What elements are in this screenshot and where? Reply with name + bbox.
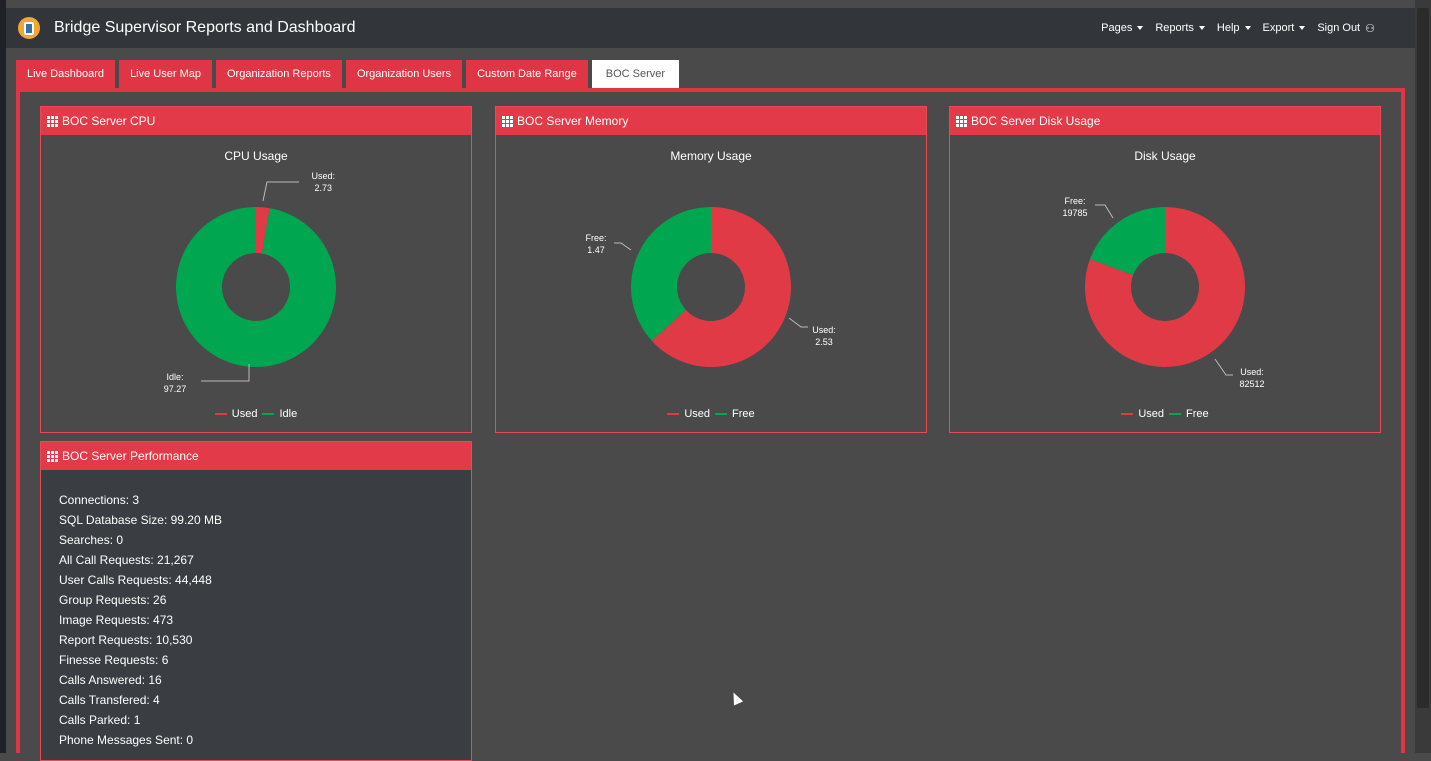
cpu-idle-label: Idle:	[166, 372, 183, 382]
cpu-used-value: 2.73	[314, 183, 332, 193]
memory-panel: BOC Server Memory Memory Usage Free: 1.4…	[495, 106, 927, 433]
memory-panel-title: BOC Server Memory	[517, 114, 629, 128]
memory-used-leader-line	[788, 317, 808, 328]
tab-custom-date-range[interactable]: Custom Date Range	[466, 60, 588, 88]
tab-live-user-map[interactable]: Live User Map	[119, 60, 212, 88]
legend-idle-swatch	[262, 413, 275, 415]
top-navbar: Bridge Supervisor Reports and Dashboard …	[6, 8, 1415, 48]
performance-stats-list: Connections: 3 SQL Database Size: 99.20 …	[41, 470, 471, 750]
tab-organization-reports[interactable]: Organization Reports	[215, 60, 342, 88]
memory-used-value: 2.53	[815, 337, 833, 347]
table-icon	[956, 115, 967, 127]
nav-export-menu[interactable]: Export	[1263, 22, 1306, 34]
disk-panel-title: BOC Server Disk Usage	[971, 114, 1101, 128]
nav-pages-label: Pages	[1101, 22, 1133, 34]
nav-export-label: Export	[1262, 22, 1295, 34]
legend-used-label[interactable]: Used	[232, 408, 258, 420]
stat-group-requests: Group Requests: 26	[59, 593, 167, 607]
scrollbar-thumb[interactable]	[1417, 8, 1429, 708]
performance-panel-header: BOC Server Performance	[41, 442, 471, 470]
cpu-donut-chart: Used: 2.73 Idle: 97.27	[164, 171, 337, 394]
sign-out-link[interactable]: Sign Out ⚇	[1317, 22, 1375, 35]
caret-down-icon	[1198, 26, 1205, 30]
legend-used-swatch	[214, 413, 227, 415]
table-icon	[47, 115, 58, 127]
memory-legend: Used Free	[496, 408, 926, 420]
disk-used-leader-line	[1214, 358, 1233, 376]
nav-help-label: Help	[1216, 22, 1240, 34]
window-edge	[0, 0, 6, 753]
caret-down-icon	[1299, 26, 1306, 30]
memory-used-label: Used:	[812, 325, 836, 335]
legend-free-swatch	[715, 413, 728, 415]
memory-free-leader-line	[614, 242, 632, 251]
stat-user-calls-requests: User Calls Requests: 44,448	[59, 573, 212, 587]
nav-help-menu[interactable]: Help	[1217, 22, 1251, 34]
legend-used-swatch	[667, 413, 680, 415]
stat-sql-database-size: SQL Database Size: 99.20 MB	[59, 513, 222, 527]
disk-donut-chart: Free: 19785 Used: 82512	[1062, 196, 1264, 389]
disk-used-label: Used:	[1240, 367, 1264, 377]
caret-down-icon	[1244, 26, 1251, 30]
memory-donut-chart: Free: 1.47 Used: 2.53	[585, 207, 836, 367]
tab-content: BOC Server CPU CPU Usage Used: 2.73 Idle…	[16, 88, 1405, 761]
tab-live-dashboard[interactable]: Live Dashboard	[16, 60, 116, 88]
nav-reports-label: Reports	[1155, 22, 1194, 34]
disk-used-value: 82512	[1239, 379, 1264, 389]
cpu-panel: BOC Server CPU CPU Usage Used: 2.73 Idle…	[40, 106, 472, 433]
legend-free-label[interactable]: Free	[732, 408, 755, 420]
disk-panel: BOC Server Disk Usage Disk Usage Free: 1…	[949, 106, 1381, 433]
cpu-idle-value: 97.27	[164, 384, 187, 394]
stat-report-requests: Report Requests: 10,530	[59, 633, 193, 647]
memory-free-label: Free:	[585, 233, 606, 243]
stat-searches: Searches: 0	[59, 533, 124, 547]
disk-panel-header: BOC Server Disk Usage	[950, 107, 1380, 135]
legend-used-swatch	[1121, 413, 1134, 415]
caret-down-icon	[1137, 26, 1144, 30]
app-logo-icon	[18, 17, 40, 39]
disk-legend: Used Free	[950, 408, 1380, 420]
legend-free-swatch	[1169, 413, 1182, 415]
stat-all-call-requests: All Call Requests: 21,267	[59, 553, 194, 567]
legend-used-label[interactable]: Used	[684, 408, 710, 420]
legend-used-label[interactable]: Used	[1138, 408, 1164, 420]
performance-panel: BOC Server Performance Connections: 3 SQ…	[40, 441, 472, 761]
user-icon: ⚇	[1365, 22, 1375, 35]
performance-panel-title: BOC Server Performance	[62, 449, 199, 463]
stat-calls-parked: Calls Parked: 1	[59, 713, 141, 727]
table-icon	[502, 115, 513, 127]
tab-boc-server[interactable]: BOC Server	[591, 60, 680, 88]
stat-phone-messages-sent: Phone Messages Sent: 0	[59, 733, 194, 747]
cpu-used-leader-line	[262, 181, 299, 202]
memory-panel-header: BOC Server Memory	[496, 107, 926, 135]
app-title: Bridge Supervisor Reports and Dashboard	[54, 19, 356, 36]
legend-idle-label[interactable]: Idle	[279, 408, 297, 420]
nav-pages-menu[interactable]: Pages	[1101, 22, 1144, 34]
disk-free-label: Free:	[1064, 196, 1085, 206]
scrollbar[interactable]	[1415, 0, 1431, 753]
stat-finesse-requests: Finesse Requests: 6	[59, 653, 169, 667]
cpu-legend: Used Idle	[41, 408, 471, 420]
disk-free-leader-line	[1095, 204, 1114, 219]
stat-connections: Connections: 3	[59, 493, 140, 507]
disk-free-value: 19785	[1062, 208, 1087, 218]
stat-calls-answered: Calls Answered: 16	[59, 673, 162, 687]
table-icon	[47, 450, 58, 462]
cpu-panel-header: BOC Server CPU	[41, 107, 471, 135]
stat-calls-transfered: Calls Transfered: 4	[59, 693, 160, 707]
stat-image-requests: Image Requests: 473	[59, 613, 174, 627]
sign-out-label: Sign Out	[1317, 22, 1361, 34]
cpu-used-label: Used:	[311, 171, 335, 181]
nav-reports-menu[interactable]: Reports	[1155, 22, 1205, 34]
nav-menu: Pages Reports Help Export Sign Out ⚇	[1101, 22, 1375, 35]
tab-organization-users[interactable]: Organization Users	[345, 60, 463, 88]
legend-free-label[interactable]: Free	[1186, 408, 1209, 420]
memory-free-value: 1.47	[587, 245, 605, 255]
cpu-idle-leader-line	[201, 364, 250, 382]
cpu-panel-title: BOC Server CPU	[62, 114, 156, 128]
tab-bar: Live Dashboard Live User Map Organizatio…	[16, 60, 680, 88]
